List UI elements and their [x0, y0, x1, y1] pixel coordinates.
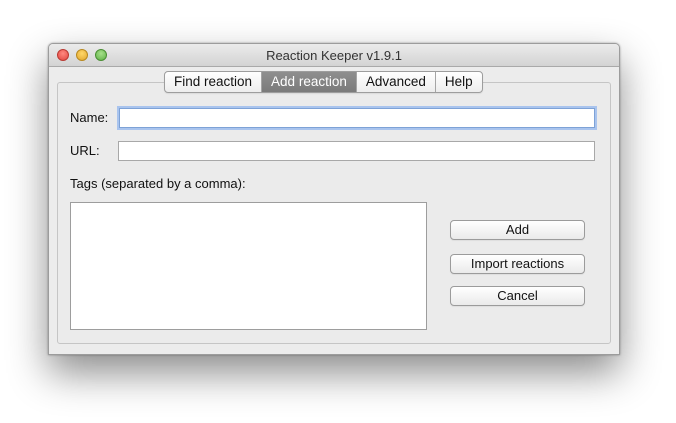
app-window: Reaction Keeper v1.9.1 Find reaction Add…	[48, 43, 620, 355]
cancel-button[interactable]: Cancel	[450, 286, 585, 306]
import-reactions-button[interactable]: Import reactions	[450, 254, 585, 274]
tab-help[interactable]: Help	[434, 72, 482, 92]
window-title: Reaction Keeper v1.9.1	[266, 48, 402, 63]
add-button[interactable]: Add	[450, 220, 585, 240]
tab-bar: Find reaction Add reaction Advanced Help	[164, 71, 483, 93]
tags-textarea[interactable]	[70, 202, 427, 330]
url-input[interactable]	[118, 141, 595, 161]
tab-advanced[interactable]: Advanced	[355, 72, 435, 92]
url-label: URL:	[70, 143, 100, 158]
name-label: Name:	[70, 110, 109, 125]
tab-find-reaction[interactable]: Find reaction	[165, 72, 261, 92]
tags-label: Tags (separated by a comma):	[70, 176, 246, 191]
title-bar[interactable]: Reaction Keeper v1.9.1	[49, 44, 619, 67]
tab-add-reaction[interactable]: Add reaction	[261, 72, 356, 92]
name-input[interactable]	[119, 108, 595, 128]
